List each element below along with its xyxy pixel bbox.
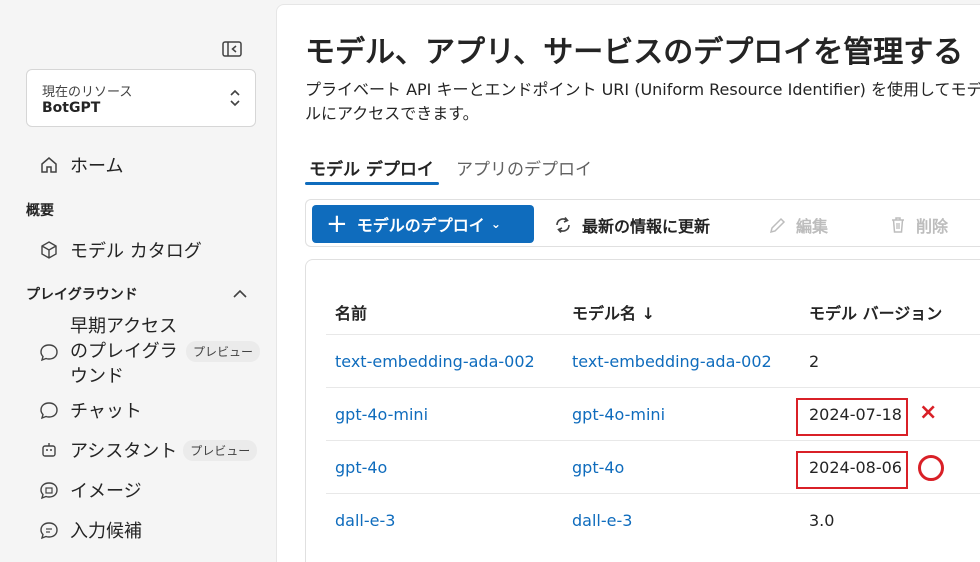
collapse-panel-icon[interactable]	[220, 38, 244, 60]
sidebar-item-label: モデル カタログ	[70, 241, 202, 262]
refresh-icon	[552, 214, 574, 236]
sidebar-item-model-catalog[interactable]: モデル カタログ	[38, 237, 202, 263]
sidebar-item-label: アシスタント	[70, 441, 178, 462]
image-icon	[38, 479, 60, 501]
chevron-up-icon[interactable]	[232, 285, 248, 304]
section-playground: プレイグラウンド	[26, 287, 138, 303]
sidebar-item-label: 入力候補	[70, 521, 142, 542]
sidebar-item-completions[interactable]: 入力候補	[38, 517, 142, 543]
tab-active-indicator	[305, 182, 439, 185]
cross-mark-icon: ×	[919, 400, 938, 425]
chat-icon	[38, 341, 60, 363]
preview-badge: プレビュー	[186, 341, 261, 362]
deployment-name-link[interactable]: text-embedding-ada-002	[335, 352, 535, 371]
table-row[interactable]: gpt-4o-mini gpt-4o-mini 2024-07-18 ×	[326, 387, 980, 440]
model-name-link[interactable]: gpt-4o-mini	[572, 405, 665, 424]
plus-icon: +	[326, 209, 348, 239]
pencil-icon	[768, 215, 788, 235]
deployments-table: 名前 モデル名 ↓ モデル バージョン text-embedding-ada-0…	[305, 259, 980, 562]
model-name-link[interactable]: text-embedding-ada-002	[572, 352, 772, 371]
refresh-button[interactable]: 最新の情報に更新	[552, 213, 710, 237]
deployment-name-link[interactable]: gpt-4o	[335, 458, 387, 477]
chevron-updown-icon	[229, 88, 241, 112]
model-version: 3.0	[809, 511, 835, 530]
main-panel: モデル、アプリ、サービスのデプロイを管理する プライベート API キーとエンド…	[276, 4, 980, 562]
delete-button[interactable]: 削除	[888, 213, 948, 237]
trash-icon	[888, 215, 908, 235]
page-title: モデル、アプリ、サービスのデプロイを管理する	[305, 35, 964, 70]
toolbar: + モデルのデプロイ ⌄ 最新の情報に更新 編集 削除	[305, 199, 980, 247]
delete-label: 削除	[916, 217, 949, 236]
refresh-label: 最新の情報に更新	[582, 217, 711, 236]
model-version: 2024-08-06	[809, 458, 902, 477]
deploy-model-label: モデルのデプロイ	[356, 216, 485, 235]
sidebar-item-early-access[interactable]: 早期アクセスのプレイグラウンド プレビュー	[38, 314, 261, 389]
preview-badge: プレビュー	[183, 439, 258, 461]
table-row[interactable]: dall-e-3 dall-e-3 3.0	[326, 493, 980, 546]
tab-model-deploy[interactable]: モデル デプロイ	[309, 155, 434, 180]
chevron-down-icon: ⌄	[490, 217, 501, 231]
resource-selector[interactable]: 現在のリソース BotGPT	[26, 69, 256, 127]
deploy-model-button[interactable]: + モデルのデプロイ ⌄	[312, 205, 534, 243]
sidebar-item-assistant[interactable]: アシスタント プレビュー	[38, 437, 258, 463]
column-header-name[interactable]: 名前	[335, 300, 367, 324]
resource-name: BotGPT	[42, 100, 101, 116]
edit-button[interactable]: 編集	[768, 213, 828, 237]
table-row[interactable]: text-embedding-ada-002 text-embedding-ad…	[326, 334, 980, 387]
bot-icon	[38, 439, 60, 461]
sidebar-item-chat[interactable]: チャット	[38, 397, 142, 423]
resource-label: 現在のリソース	[42, 85, 133, 100]
page-description: プライベート API キーとエンドポイント URI (Uniform Resou…	[305, 80, 980, 123]
model-version: 2024-07-18	[809, 405, 902, 424]
sidebar-item-image[interactable]: イメージ	[38, 477, 142, 503]
chat-icon	[38, 399, 60, 421]
model-version: 2	[809, 352, 820, 371]
sidebar-item-label: ホーム	[70, 156, 124, 177]
tab-app-deploy[interactable]: アプリのデプロイ	[456, 155, 592, 180]
section-overview: 概要	[26, 203, 54, 219]
deployment-name-link[interactable]: gpt-4o-mini	[335, 405, 428, 424]
edit-label: 編集	[796, 217, 829, 236]
text-icon	[38, 519, 60, 541]
sidebar-item-label: イメージ	[70, 481, 142, 502]
column-header-version[interactable]: モデル バージョン	[809, 300, 942, 324]
sidebar-item-home[interactable]: ホーム	[38, 152, 123, 178]
sidebar-item-label: チャット	[70, 401, 142, 422]
circle-mark-icon	[918, 455, 944, 481]
deployment-name-link[interactable]: dall-e-3	[335, 511, 395, 530]
model-name-link[interactable]: gpt-4o	[572, 458, 624, 477]
table-row[interactable]: gpt-4o gpt-4o 2024-08-06	[326, 440, 980, 493]
sidebar-item-label: 早期アクセスのプレイグラウンド	[70, 316, 178, 387]
cube-icon	[38, 239, 60, 261]
column-header-model[interactable]: モデル名 ↓	[572, 300, 655, 324]
model-name-link[interactable]: dall-e-3	[572, 511, 632, 530]
home-icon	[38, 154, 60, 176]
sidebar: 現在のリソース BotGPT ホーム 概要 モデル カタログ プレイグラウンド …	[0, 0, 276, 562]
